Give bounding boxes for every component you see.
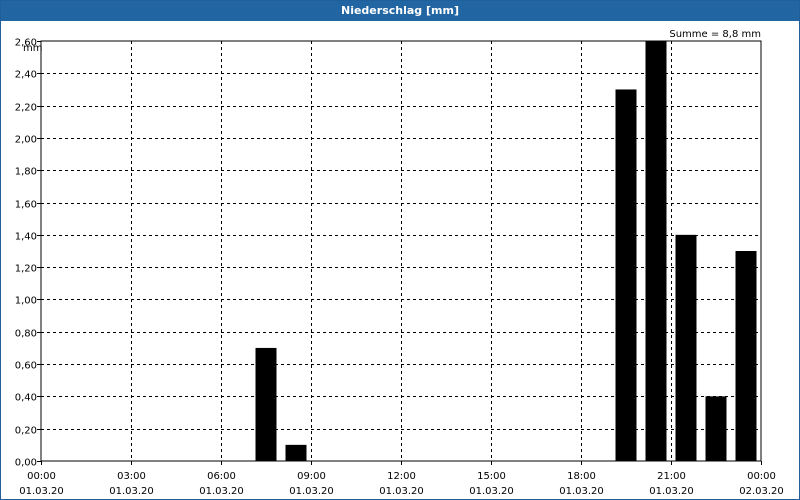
- x-tick-date: 01.03.20: [199, 486, 244, 497]
- y-tick-label: 1,40: [15, 232, 37, 243]
- x-tick-date: 01.03.20: [289, 486, 334, 497]
- precipitation-bar: [255, 347, 277, 461]
- precipitation-chart: 0,00 0,20 0,40 0,60 0,80 1,00 1,20 1,40 1,60 1,80…: [15, 29, 784, 497]
- y-tick-label: 0,20: [15, 426, 37, 437]
- y-tick-label: 1,60: [15, 200, 37, 211]
- y-tick-label: 2,00: [15, 135, 37, 146]
- chart-window: Niederschlag [mm] 0,00 0,20 0,40 0,60 0,80 1,…: [0, 0, 800, 500]
- x-tick-time: 18:00: [567, 471, 596, 482]
- x-tick-date: 01.03.20: [469, 486, 514, 497]
- bar-series: [255, 41, 757, 461]
- x-tick-date: 01.03.20: [649, 486, 694, 497]
- y-tick-label: 2,20: [15, 103, 37, 114]
- x-tick-date: 01.03.20: [109, 486, 154, 497]
- x-tick-time: 15:00: [477, 471, 506, 482]
- x-tick-time: 12:00: [387, 471, 416, 482]
- x-tick-time: 00:00: [27, 471, 56, 482]
- y-tick-label: 0,00: [15, 458, 37, 469]
- x-tick-time: 00:00: [747, 471, 776, 482]
- x-tick-date: 02.03.20: [739, 486, 784, 497]
- x-tick-date: 01.03.20: [559, 486, 604, 497]
- precipitation-bar: [615, 89, 637, 461]
- precipitation-bar: [285, 444, 307, 461]
- y-tick-label: 1,00: [15, 296, 37, 307]
- y-axis-ticks: 0,00 0,20 0,40 0,60 0,80 1,00 1,20 1,40 1,60 1,80…: [15, 38, 41, 469]
- y-tick-label: 2,40: [15, 70, 37, 81]
- x-tick-time: 06:00: [207, 471, 236, 482]
- precipitation-bar: [675, 234, 697, 461]
- precipitation-bar: [645, 41, 667, 461]
- x-tick-time: 09:00: [297, 471, 326, 482]
- x-tick-time: 21:00: [657, 471, 686, 482]
- y-axis-label: mm: [23, 43, 42, 54]
- y-tick-label: 0,40: [15, 393, 37, 404]
- y-tick-label: 0,60: [15, 361, 37, 372]
- sum-annotation: Summe = 8,8 mm: [669, 29, 761, 40]
- x-tick-date: 01.03.20: [379, 486, 424, 497]
- precipitation-bar: [735, 251, 757, 461]
- y-tick-label: 1,80: [15, 167, 37, 178]
- precipitation-bar: [705, 396, 727, 461]
- y-tick-label: 1,20: [15, 264, 37, 275]
- x-axis-ticks: 00:00 01.03.20 03:00 01.03.20 06:00 01.03.20 0…: [19, 461, 784, 497]
- x-tick-date: 01.03.20: [19, 486, 64, 497]
- y-tick-label: 0,80: [15, 329, 37, 340]
- x-tick-time: 03:00: [117, 471, 146, 482]
